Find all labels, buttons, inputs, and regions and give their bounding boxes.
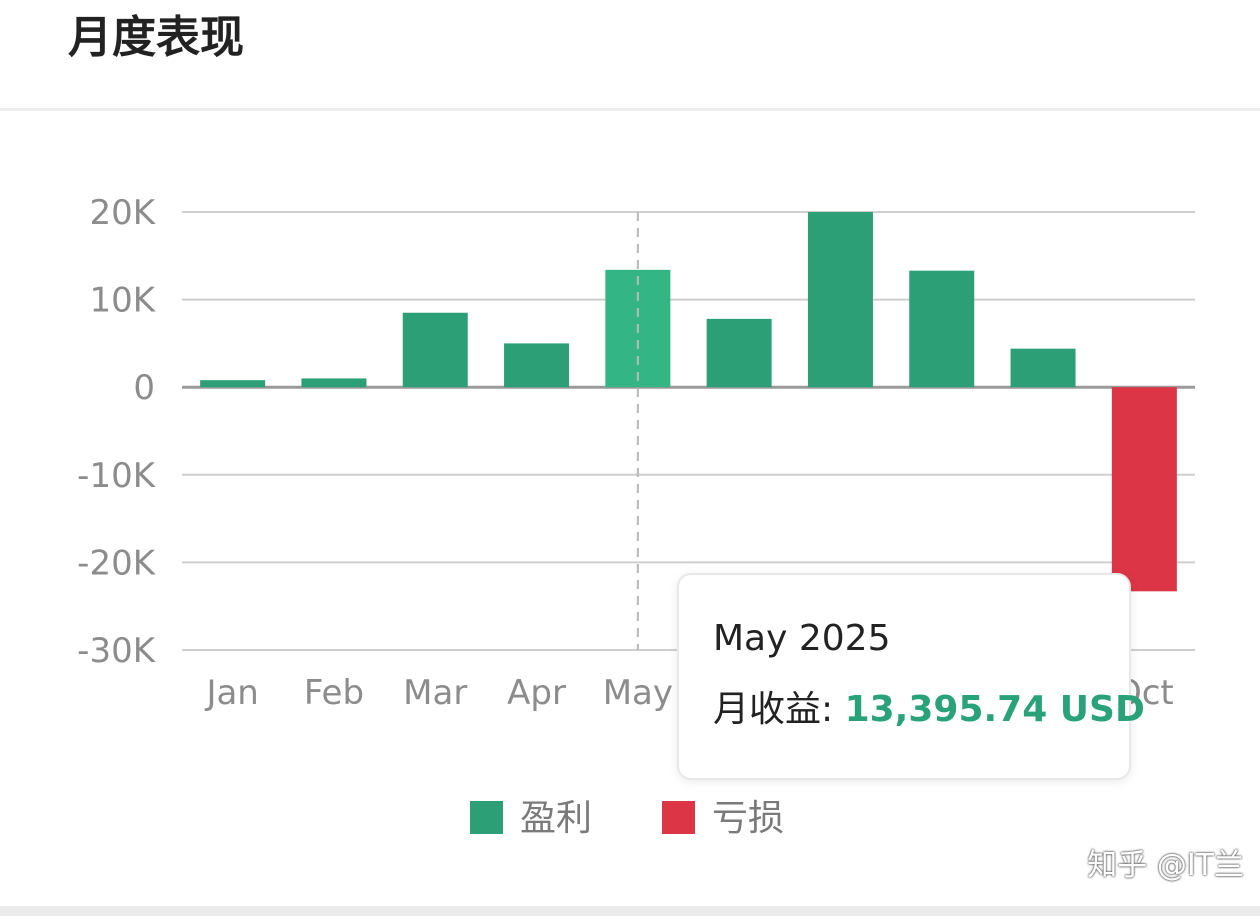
bar-jun[interactable] bbox=[706, 318, 772, 388]
tooltip-title: May 2025 bbox=[713, 618, 891, 659]
legend: 盈利 亏损 bbox=[470, 798, 784, 839]
bar-jan[interactable] bbox=[200, 380, 266, 388]
x-tick-label: May bbox=[603, 673, 673, 713]
bar-feb[interactable] bbox=[301, 378, 367, 388]
bar-mar[interactable] bbox=[402, 312, 468, 388]
bar-aug[interactable] bbox=[909, 270, 975, 388]
legend-label[interactable]: 盈利 bbox=[520, 798, 592, 839]
bottom-bar bbox=[0, 906, 1260, 916]
x-tick-label: Apr bbox=[507, 673, 566, 713]
bar-sep[interactable] bbox=[1010, 348, 1076, 388]
y-tick-label: 10K bbox=[89, 281, 156, 321]
y-tick-label: -30K bbox=[77, 631, 157, 671]
legend-label[interactable]: 亏损 bbox=[712, 798, 784, 839]
tooltip-value: 13,395.74 USD bbox=[844, 689, 1145, 730]
legend-swatch[interactable] bbox=[662, 801, 695, 834]
watermark: 知乎 @IT兰 bbox=[1087, 848, 1244, 883]
x-tick-label: Jan bbox=[204, 673, 258, 713]
bar-oct[interactable] bbox=[1111, 387, 1177, 592]
tooltip-label: 月收益: bbox=[713, 689, 845, 730]
legend-swatch[interactable] bbox=[470, 801, 503, 834]
bar-jul[interactable] bbox=[807, 212, 873, 388]
y-tick-label: 0 bbox=[133, 368, 155, 408]
y-tick-label: 20K bbox=[89, 193, 156, 233]
x-tick-label: Mar bbox=[403, 673, 467, 713]
bar-apr[interactable] bbox=[504, 343, 570, 388]
bars-layer bbox=[200, 212, 1177, 592]
bar-tooltip: May 2025 月收益: 13,395.74 USD bbox=[677, 573, 1145, 780]
y-tick-label: -10K bbox=[77, 456, 157, 496]
y-tick-label: -20K bbox=[77, 543, 157, 583]
tooltip-row: 月收益: 13,395.74 USD bbox=[713, 687, 1145, 733]
y-axis-labels: 20K 10K 0 -10K -20K -30K bbox=[77, 193, 157, 671]
x-tick-label: Feb bbox=[304, 673, 364, 713]
